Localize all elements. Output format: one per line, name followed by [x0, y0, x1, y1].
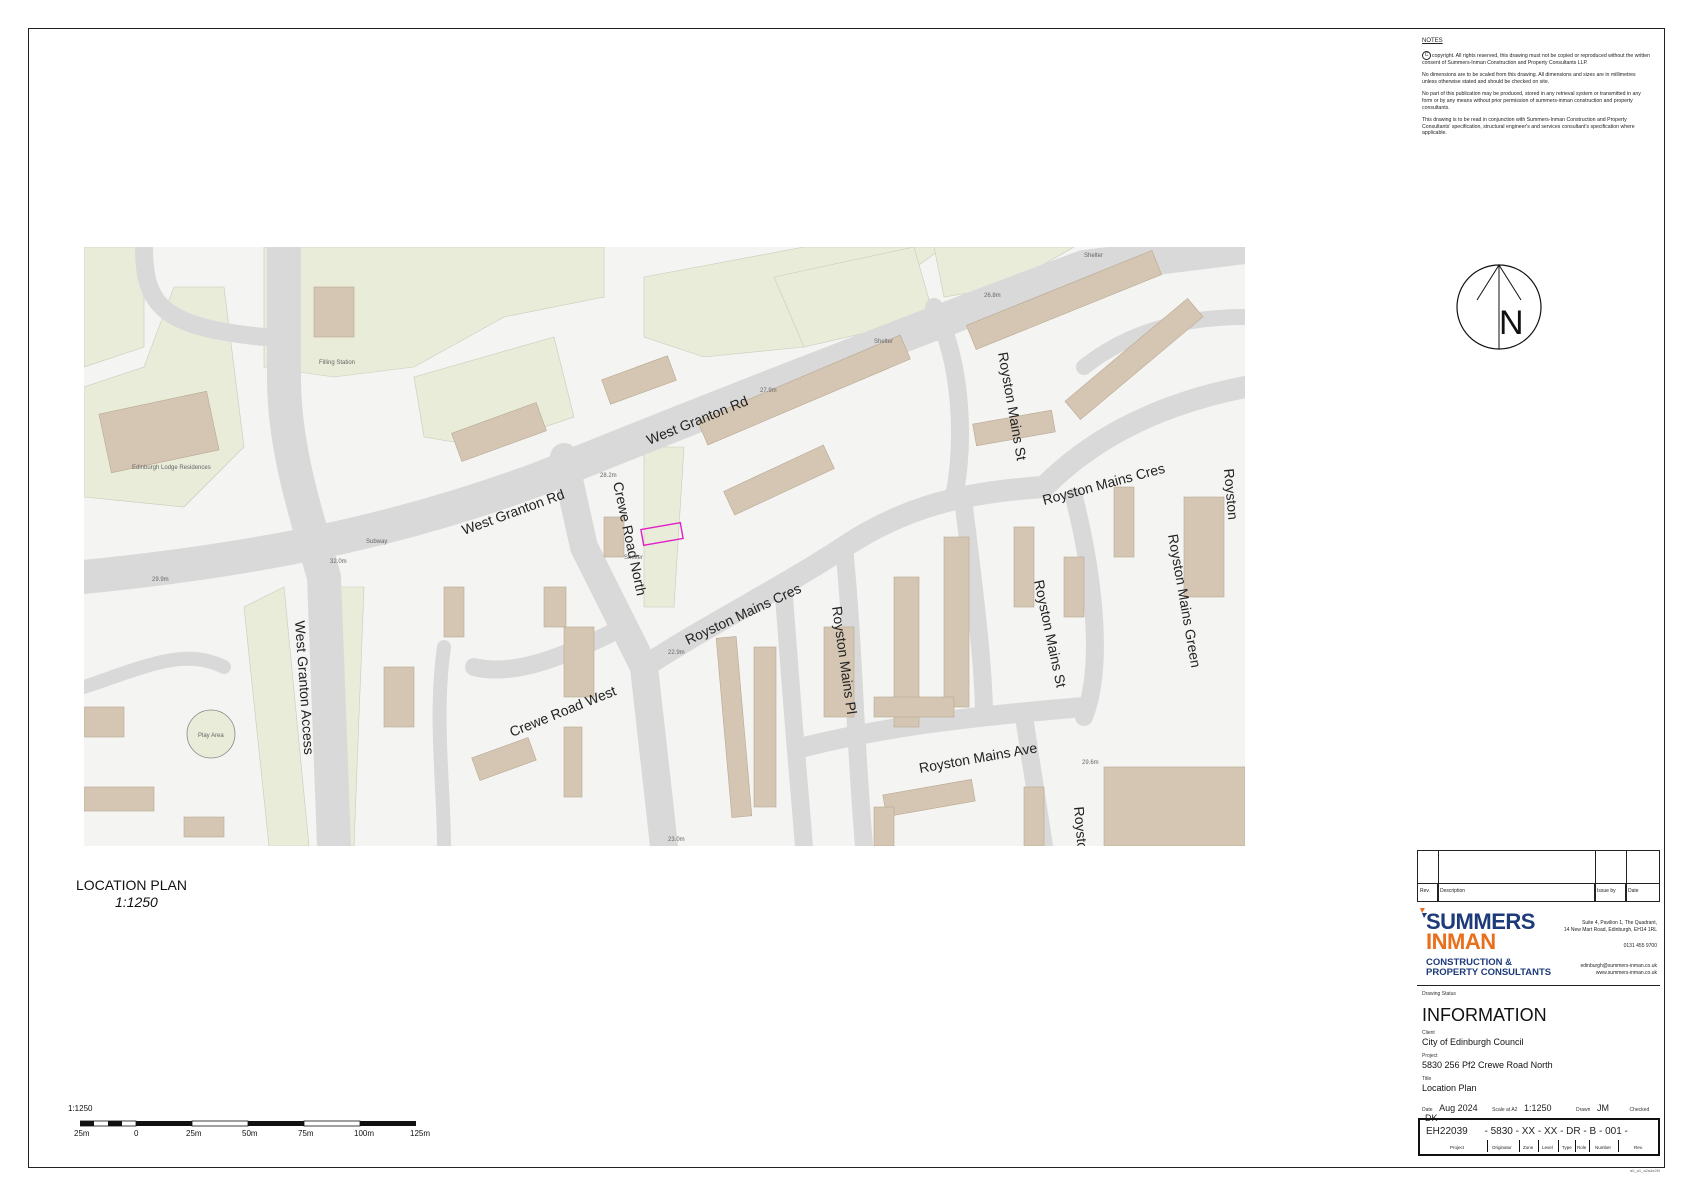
- scale-label-4: 75m: [298, 1129, 314, 1138]
- label-royston-mains-st-1: Royston Mains St: [995, 351, 1030, 462]
- rev-col-description: Description: [1438, 884, 1595, 901]
- note-1: Ccopyright. All rights reserved, this dr…: [1422, 50, 1650, 66]
- scale-bar: 1:1250 25m 0 25m 50m 75m 100m 125m: [64, 1104, 444, 1144]
- label-filling-station: Filling Station: [319, 360, 355, 366]
- label-edinburgh-lodge: Edinburgh Lodge Residences: [132, 465, 211, 471]
- rev-col-date: Date: [1628, 888, 1639, 894]
- note-4: This drawing is to be read in conjunctio…: [1422, 117, 1635, 137]
- spot-height-2: 27.9m: [760, 388, 777, 394]
- note-2: No dimensions are to be scaled from this…: [1422, 72, 1636, 85]
- drawing-status-label: Drawing Status: [1422, 991, 1456, 997]
- north-arrow-icon: N: [1455, 262, 1543, 352]
- note-3: No part of this publication may be produ…: [1422, 91, 1641, 111]
- project-value: 5830 256 Pf2 Crewe Road North: [1422, 1060, 1553, 1070]
- scale-value: 1:1250: [1523, 1103, 1552, 1113]
- revision-header: Rev. Description Issue by Date: [1417, 883, 1660, 902]
- scale-label: Scale at A2: [1492, 1107, 1518, 1113]
- drawn-label: Drawn: [1576, 1107, 1591, 1113]
- label-shelter-3: Shelter: [624, 555, 643, 561]
- company-name-line2: INMAN: [1426, 929, 1496, 954]
- spot-height-6: 22.9m: [668, 650, 685, 656]
- label-subway: Subway: [366, 539, 387, 545]
- scale-label-2: 25m: [186, 1129, 202, 1138]
- location-plan-scale: 1:1250: [115, 894, 158, 910]
- scale-label-6: 125m: [410, 1129, 431, 1138]
- client-value: City of Edinburgh Council: [1422, 1037, 1524, 1047]
- scale-label-1: 0: [134, 1129, 139, 1138]
- rev-col-rev: Rev.: [1418, 884, 1438, 901]
- drawing-number-box: EH22039 - 5830 - XX - XX - DR - B - 001 …: [1418, 1118, 1660, 1156]
- copyright-icon: C: [1422, 50, 1431, 60]
- label-crewe-road-west: Crewe Road West: [507, 682, 618, 739]
- spot-height-4: 32.0m: [330, 559, 347, 565]
- spot-height-1: 26.8m: [984, 293, 1001, 299]
- footer-code: a0_a1_a2a4e2f4: [1630, 1168, 1661, 1173]
- scale-label-0: 25m: [74, 1129, 90, 1138]
- notes-heading: NOTES: [1422, 38, 1443, 44]
- location-map[interactable]: West Granton Rd West Granton Rd Crewe Ro…: [84, 247, 1245, 846]
- title-value: Location Plan: [1422, 1083, 1477, 1093]
- scale-bar-ratio: 1:1250: [68, 1104, 93, 1113]
- company-address: Suite 4, Pavilion 1, The Quadrant, 14 Ne…: [1547, 920, 1657, 950]
- label-play-area: Play Area: [198, 733, 224, 739]
- title-block: Rev. Description Issue by Date SUMMERS I…: [1417, 850, 1662, 1158]
- drawing-number: EH22039 - 5830 - XX - XX - DR - B - 001 …: [1426, 1126, 1628, 1137]
- label-shelter-2: Shelter: [1084, 253, 1103, 259]
- project-label: Project: [1422, 1053, 1438, 1059]
- drawing-number-labels: Project Originator Zone Level Type Role …: [1450, 1145, 1643, 1150]
- label-shelter-1: Shelter: [874, 339, 893, 345]
- scale-label-3: 50m: [242, 1129, 258, 1138]
- spot-height-3: 28.2m: [600, 473, 617, 479]
- project-number: EH22039: [1426, 1126, 1468, 1137]
- rev-col-issue-by: Issue by: [1595, 884, 1626, 901]
- location-plan-title: LOCATION PLAN: [76, 877, 187, 893]
- title-label: Title: [1422, 1076, 1432, 1082]
- label-royston-mains-ave: Royston Mains Ave: [918, 739, 1039, 776]
- north-letter: N: [1499, 304, 1524, 342]
- company-phone: 0131 455 9700: [1623, 943, 1657, 949]
- date-value: Aug 2024: [1439, 1103, 1478, 1113]
- company-contact: edinburgh@summers-inman.co.uk www.summer…: [1547, 963, 1658, 976]
- company-subtitle: CONSTRUCTION & PROPERTY CONSULTANTS: [1426, 957, 1552, 978]
- scale-label-5: 100m: [354, 1129, 375, 1138]
- drawing-status-value: INFORMATION: [1422, 1005, 1547, 1025]
- spot-height-8: 29.6m: [1082, 760, 1099, 766]
- label-royston-partial-2: Royston: [1071, 806, 1091, 846]
- drawn-value: JM: [1596, 1103, 1609, 1113]
- document-code: - 5830 - XX - XX - DR - B - 001 -: [1484, 1126, 1628, 1137]
- client-label: Client: [1422, 1030, 1435, 1036]
- company-web: www.summers-inman.co.uk: [1595, 969, 1657, 976]
- notes-panel: NOTES Ccopyright. All rights reserved, t…: [1422, 38, 1652, 143]
- spot-height-5: 29.9m: [152, 577, 169, 583]
- checked-label: Checked: [1629, 1107, 1650, 1113]
- spot-height-7: 23.0m: [668, 837, 685, 843]
